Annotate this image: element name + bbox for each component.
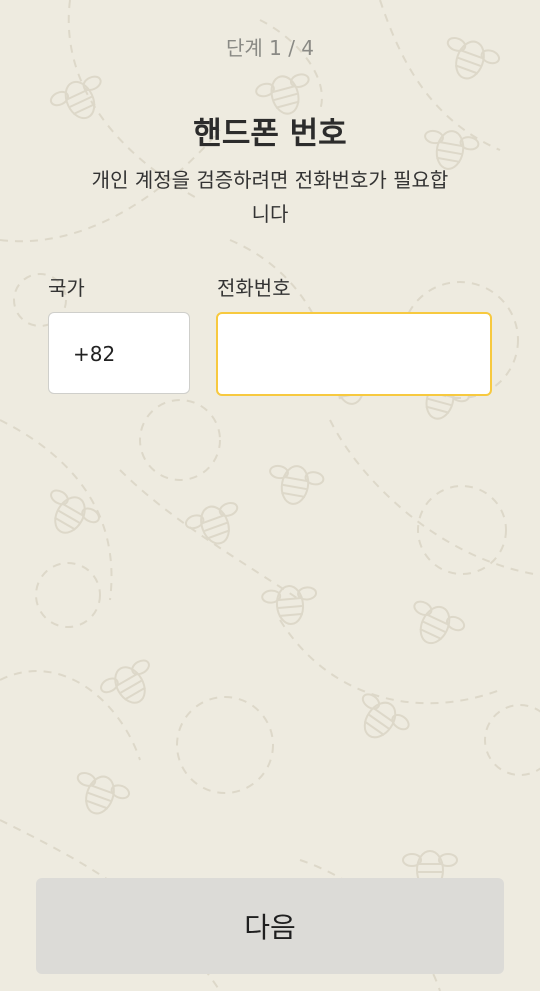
- next-button[interactable]: 다음: [36, 878, 504, 974]
- page-title: 핸드폰 번호: [193, 116, 347, 152]
- step-indicator: 단계 1 / 4: [225, 36, 315, 60]
- country-code-selector[interactable]: +82: [48, 312, 190, 394]
- phone-number-field-container: [216, 312, 492, 396]
- country-label: 국가: [48, 276, 85, 300]
- page-subtitle: 개인 계정을 검증하려면 전화번호가 필요합니다: [91, 168, 449, 226]
- phone-number-label: 전화번호: [217, 276, 291, 300]
- country-code-value: +82: [73, 342, 116, 366]
- phone-number-input[interactable]: [218, 314, 490, 394]
